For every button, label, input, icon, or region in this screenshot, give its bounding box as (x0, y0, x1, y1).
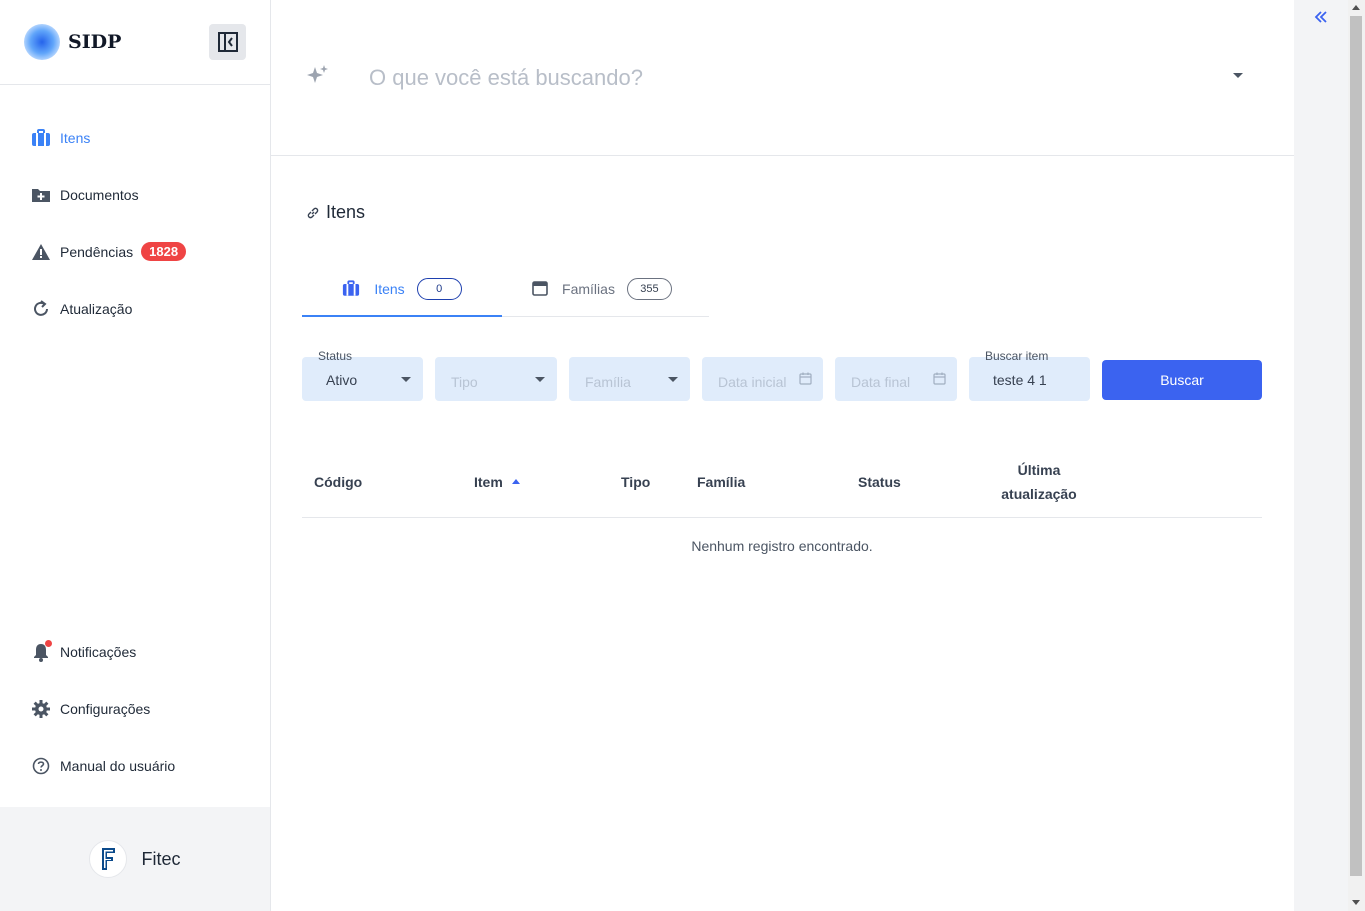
sidebar-item-manual[interactable]: Manual do usuário (0, 737, 270, 794)
familia-select[interactable]: Família (569, 357, 690, 401)
data-final-placeholder: Data final (851, 374, 911, 390)
familia-placeholder: Família (585, 374, 631, 390)
sidebar-collapse-icon (217, 32, 238, 52)
chevron-down-icon (535, 377, 545, 382)
sidebar: SIDP Itens Documentos Pendências 1828 At… (0, 0, 271, 911)
folder-plus-icon (31, 185, 51, 205)
sort-ascending-icon (511, 478, 520, 484)
sidebar-item-label: Atualização (60, 300, 133, 317)
sidebar-item-atualizacao[interactable]: Atualização (0, 280, 270, 337)
tabs-bar: Itens 0 Famílias 355 (302, 261, 709, 317)
warning-icon (31, 242, 51, 262)
bell-icon (31, 639, 52, 662)
data-inicial-field[interactable]: Data inicial (702, 357, 823, 401)
sidebar-item-label: Itens (60, 129, 91, 146)
scrollbar-thumb[interactable] (1350, 16, 1362, 876)
page-title: Itens (306, 202, 365, 223)
tab-label: Famílias (562, 280, 615, 297)
column-header-codigo[interactable]: Código (314, 447, 362, 517)
main-content: Itens Itens 0 Famílias 355 Status Ativo … (271, 0, 1294, 911)
link-icon (306, 206, 320, 220)
tab-familias[interactable]: Famílias 355 (502, 261, 702, 316)
sidp-logo-icon (24, 24, 60, 60)
gear-icon (31, 699, 51, 719)
column-header-label: Item (474, 474, 503, 490)
data-inicial-placeholder: Data inicial (718, 374, 787, 390)
column-header-tipo[interactable]: Tipo (621, 447, 650, 517)
sidebar-item-label: Manual do usuário (60, 757, 176, 774)
table-header: Código Item Tipo Família Status Última a… (302, 447, 1262, 518)
status-value: Ativo (326, 372, 358, 388)
help-circle-icon (31, 756, 51, 776)
buscar-item-label: Buscar item (985, 349, 1049, 363)
sidebar-item-pendencias[interactable]: Pendências 1828 (0, 223, 270, 280)
sidebar-item-itens[interactable]: Itens (0, 109, 270, 166)
chevron-down-icon (668, 377, 678, 382)
scroll-down-arrow-icon[interactable] (1352, 900, 1360, 905)
status-select[interactable]: Status Ativo (302, 349, 423, 401)
brand-header: SIDP (0, 0, 270, 85)
double-chevron-left-icon[interactable] (1314, 8, 1328, 28)
empty-state-message: Nenhum registro encontrado. (691, 538, 873, 554)
calendar-icon (799, 372, 812, 390)
page-title-text: Itens (326, 202, 366, 222)
fitec-logo-icon (89, 840, 128, 878)
tab-label: Itens (374, 280, 405, 297)
sparkles-icon (306, 64, 330, 91)
column-header-status[interactable]: Status (858, 447, 901, 517)
tab-count-badge: 355 (626, 277, 672, 300)
luggage-icon (342, 280, 360, 297)
filters-row: Status Ativo Tipo Família Data inicial D… (302, 349, 1262, 401)
buscar-item-input[interactable]: Buscar item teste 4 1 (969, 349, 1090, 401)
chevron-down-icon[interactable] (1233, 73, 1243, 78)
organization-name: Fitec (141, 848, 181, 869)
tab-count-badge: 0 (416, 277, 462, 300)
column-header-familia[interactable]: Família (697, 447, 745, 517)
sidebar-item-documentos[interactable]: Documentos (0, 166, 270, 223)
tipo-select[interactable]: Tipo (435, 357, 557, 401)
tipo-placeholder: Tipo (451, 374, 478, 390)
column-header-item[interactable]: Item (474, 447, 520, 517)
sidebar-item-label: Configurações (60, 700, 151, 717)
sidebar-footer: Fitec (0, 807, 270, 911)
scroll-up-arrow-icon[interactable] (1352, 5, 1360, 10)
sidebar-item-label: Notificações (60, 643, 137, 660)
sidebar-item-label: Pendências (60, 243, 134, 260)
data-final-field[interactable]: Data final (835, 357, 957, 401)
sidebar-item-notificacoes[interactable]: Notificações (0, 623, 270, 680)
app-name: SIDP (68, 31, 122, 53)
column-header-ultima-atualizacao[interactable]: Última atualização (988, 447, 1090, 517)
sidebar-nav: Itens Documentos Pendências 1828 Atualiz… (0, 109, 270, 337)
status-label: Status (318, 349, 353, 363)
sidebar-bottom-nav: Notificações Configurações Manual do usu… (0, 623, 270, 794)
pendencias-count-badge: 1828 (141, 242, 187, 261)
global-search-bar (271, 0, 1294, 156)
buscar-item-value: teste 4 1 (993, 372, 1047, 388)
luggage-icon (31, 128, 51, 148)
vertical-scrollbar[interactable] (1348, 0, 1365, 911)
window-icon (532, 281, 548, 296)
sidebar-item-configuracoes[interactable]: Configurações (0, 680, 270, 737)
chevron-down-icon (401, 377, 411, 382)
right-panel-rail (1294, 0, 1348, 911)
search-input[interactable] (369, 60, 1189, 96)
notification-dot (45, 639, 52, 647)
buscar-button[interactable]: Buscar (1102, 360, 1262, 400)
collapse-sidebar-button[interactable] (209, 24, 246, 60)
sidebar-item-label: Documentos (60, 186, 139, 203)
calendar-icon (933, 372, 946, 390)
refresh-icon (31, 299, 51, 319)
tab-itens[interactable]: Itens 0 (302, 261, 502, 317)
